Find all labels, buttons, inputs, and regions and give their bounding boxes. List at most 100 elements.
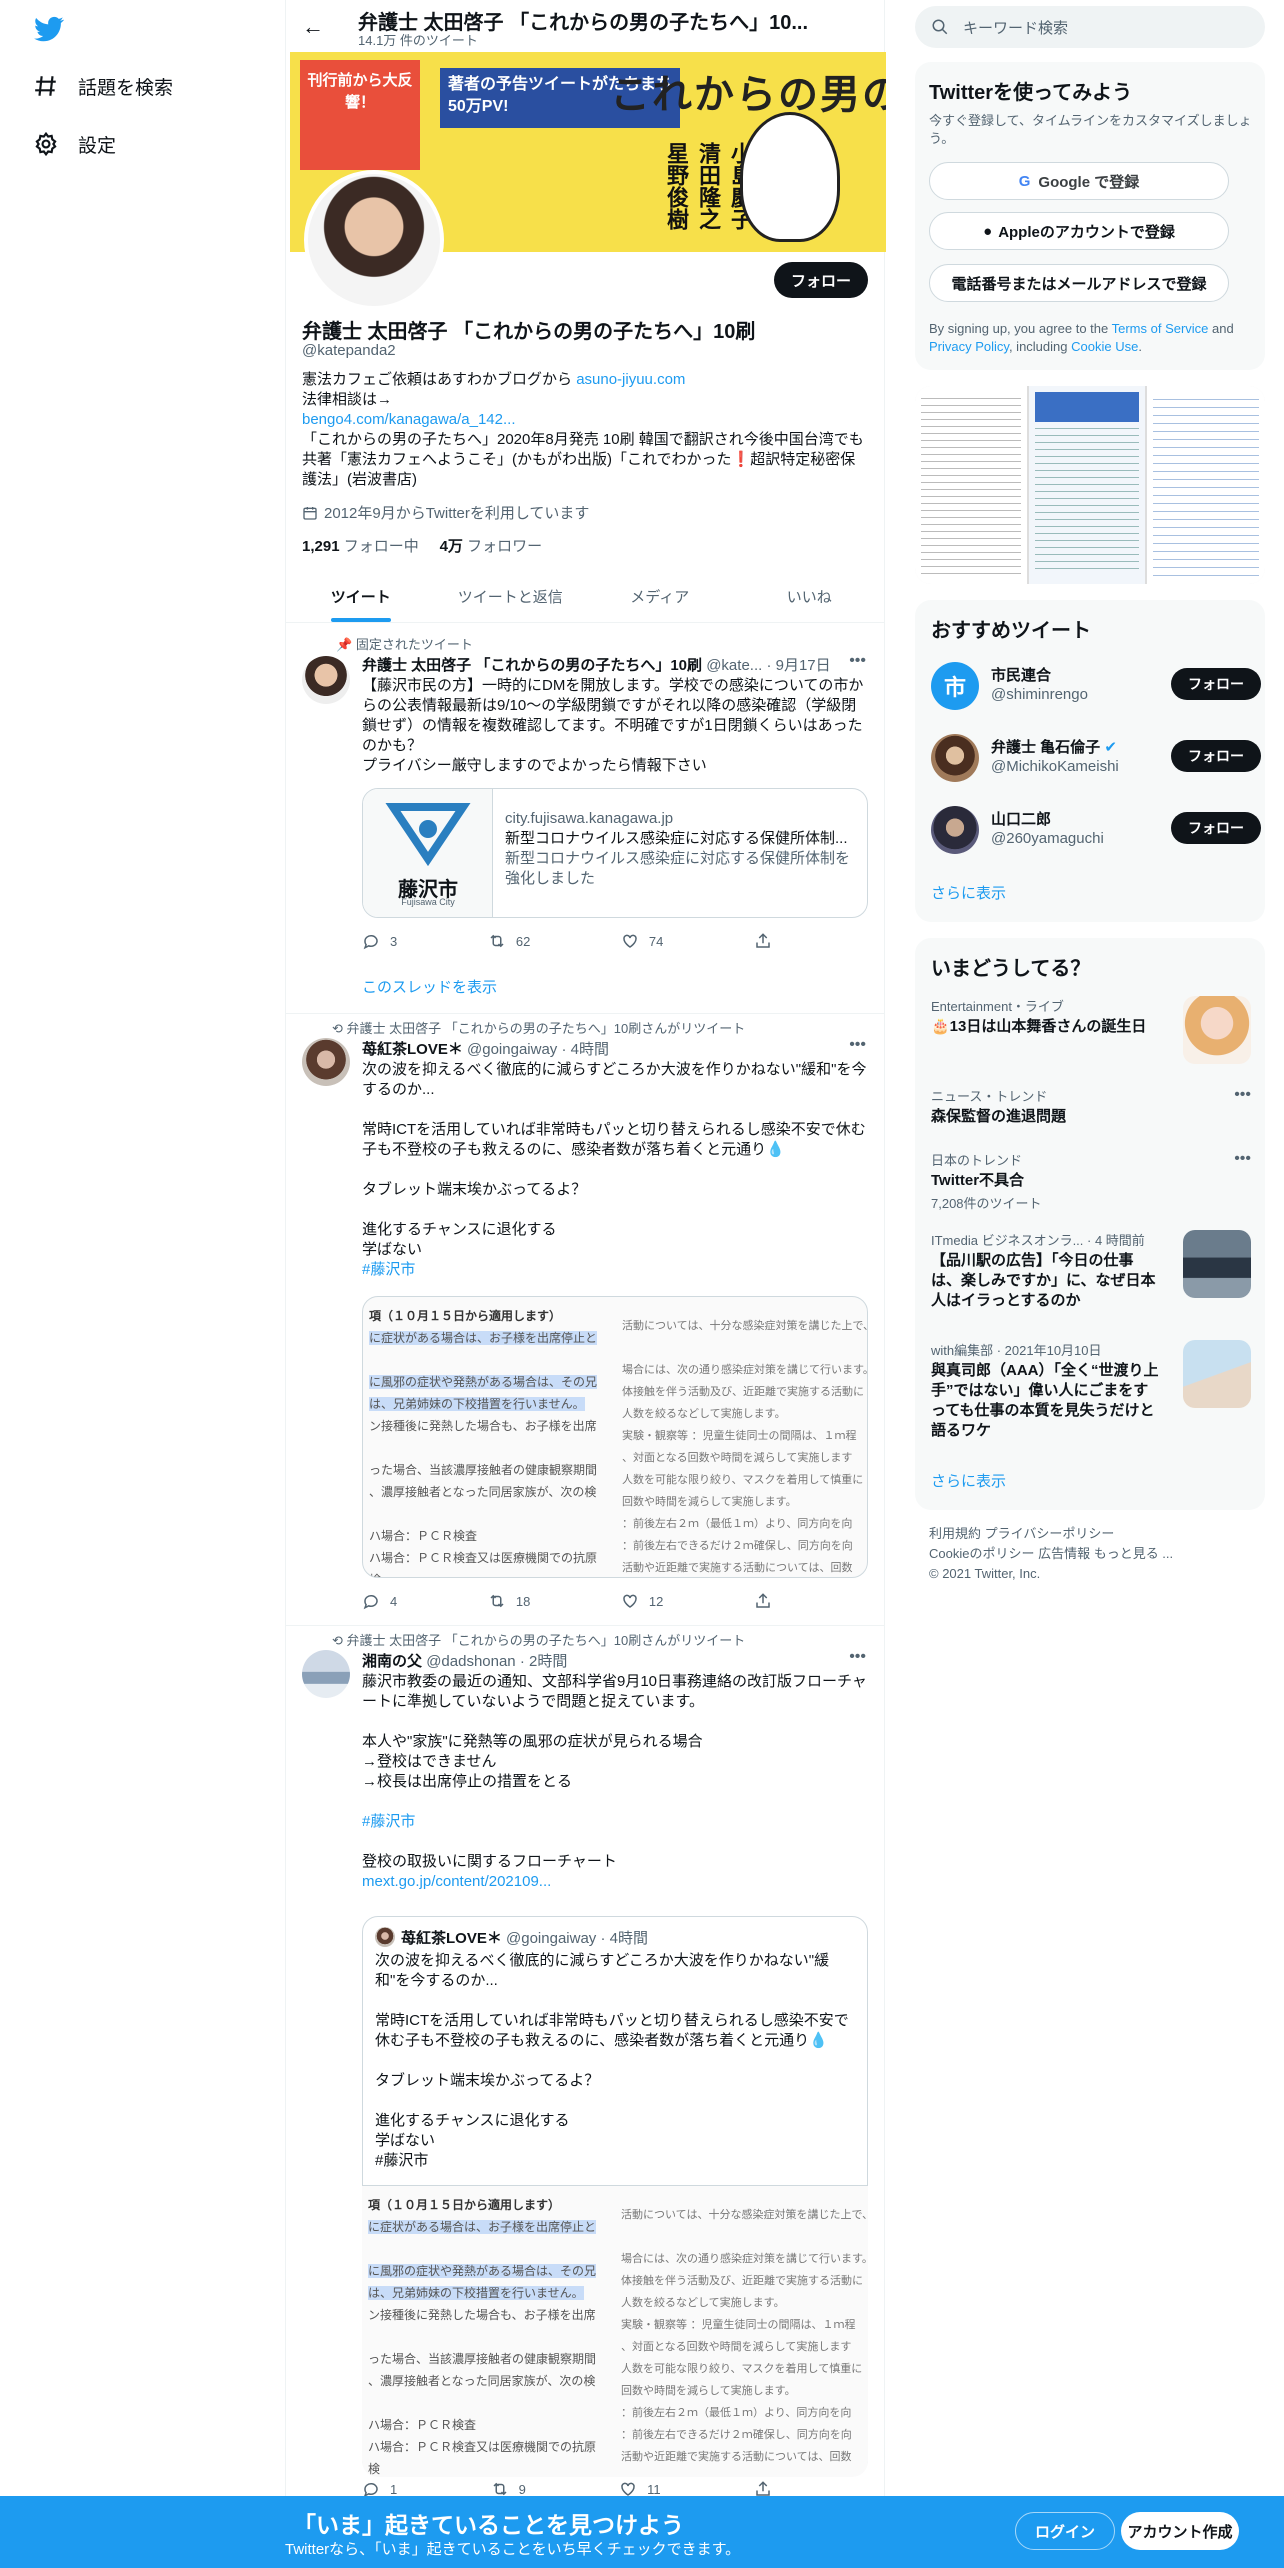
left-nav: 話題を検索 設定 [0,0,285,2568]
tweet-retweet-2[interactable]: ⟲ 弁護士 太田啓子 「これからの男の子たちへ」10刷さんがリツイート 湘南の父… [286,1626,884,2498]
follow-button[interactable]: フォロー [774,262,868,298]
tweet-author-line: 弁護士 太田啓子 「これからの男の子たちへ」10刷 @kate... · 9月1… [362,654,862,675]
quote-line [375,2091,859,2111]
profile-bio: 憲法カフェご依頼はあすわかブログから asuno-jiyuu.com 法律相談は… [302,370,872,490]
hashtag-link[interactable]: #藤沢市 [362,1260,870,1280]
doc-line: った場合、当該濃厚接触者の健康観察期間 [368,2352,597,2366]
tweet-line: タブレット端末埃かぶってるよ？ [362,1181,587,1198]
tweet-meta[interactable]: @goingaiway · 4時間 [467,1041,609,1058]
tweet-link[interactable]: mext.go.jp/content/202109... [362,1872,870,1892]
twitter-logo-icon[interactable] [32,14,66,44]
like-button[interactable]: 12 [621,1592,663,1610]
search-box[interactable]: キーワード検索 [915,6,1265,48]
quoted-tweet[interactable]: 苺紅茶LOVE＊ @goingaiway · 4時間 次の波を抑えるべく徹底的に… [362,1916,868,2477]
share-button[interactable] [754,1592,782,1610]
tweet-image-document[interactable]: 項（１０月１５日から適用します） に症状がある場合は、お子様を出席停止と に風邪… [362,1296,868,1578]
hashtag-link[interactable]: #藤沢市 [362,1812,870,1832]
rec-account[interactable]: 市 市民連合 @shiminrengo フォロー [931,658,1261,714]
trend-thumbnail [1183,996,1251,1064]
retweet-count: 62 [515,933,531,949]
rec-account[interactable]: 弁護士 亀石倫子 ✔ @MichikoKameishi フォロー [931,730,1261,786]
retweet-count: 9 [518,2481,526,2497]
tab-tweets-replies[interactable]: ツイートと返信 [436,570,586,622]
show-thread-link[interactable]: このスレッドを表示 [362,976,497,997]
more-icon[interactable]: ••• [849,652,866,670]
cookie-link[interactable]: Cookie Use [1071,339,1138,354]
retweet-button[interactable]: 18 [488,1592,530,1610]
bottom-sub: Twitterなら、「いま」起きていることをいち早くチェックできます。 [285,2541,741,2558]
tweet-author-name[interactable]: 湘南の父 [362,1653,422,1670]
nav-explore[interactable]: 話題を検索 [32,66,173,106]
rec-follow-button[interactable]: フォロー [1171,668,1261,700]
signup-button[interactable]: アカウント作成 [1121,2512,1239,2550]
retweet-button[interactable]: 62 [488,932,530,950]
profile-avatar[interactable] [304,170,444,310]
tweet-meta[interactable]: @kate... · 9月17日 [706,657,830,674]
media-thumb[interactable] [915,386,1029,584]
media-thumb[interactable] [1147,386,1265,584]
followers-link[interactable]: 4万 フォロワー [440,538,543,555]
reply-icon [363,935,378,950]
reply-button[interactable]: 3 [362,932,397,950]
tweet-avatar[interactable] [302,1038,350,1086]
tweet-line: →登校はできません [362,1753,497,1770]
more-icon[interactable]: ••• [849,1648,866,1666]
share-button[interactable] [754,932,782,950]
rec-follow-button[interactable]: フォロー [1171,812,1261,844]
rec-name: 弁護士 亀石倫子 [991,739,1101,756]
trend-item[interactable]: ITmedia ビジネスオンラ... · 4 時間前 【品川駅の広告】「今日の仕… [931,1230,1251,1330]
bio-line: 憲法カフェご依頼はあすわかブログから [302,371,573,388]
tweet-meta[interactable]: @dadshonan · 2時間 [426,1653,567,1670]
nav-settings[interactable]: 設定 [32,124,116,164]
reply-button[interactable]: 4 [362,1592,397,1610]
doc-line: 、対面となる回数や時間を減らして実施します [621,2340,852,2353]
doc-line: 人数を絞るなどして実施します。 [621,2296,785,2309]
tweet-author-name[interactable]: 弁護士 太田啓子 「これからの男の子たちへ」10刷 [362,657,702,674]
privacy-link[interactable]: Privacy Policy [929,339,1009,354]
media-grid[interactable] [915,386,1265,584]
like-button[interactable]: 74 [621,932,663,950]
footer-line[interactable]: Cookieのポリシー 広告情報 もっと見る ... [929,1544,1259,1564]
tweet-pinned[interactable]: 📌 固定されたツイート 弁護士 太田啓子 「これからの男の子たちへ」10刷 @k… [286,624,884,1014]
trend-item[interactable]: Entertainment・ライブ 🎂13日は山本舞香さんの誕生日 [931,996,1251,1068]
bio-link[interactable]: asuno-jiyuu.com [576,371,685,388]
more-icon[interactable]: ••• [1234,1086,1251,1104]
rec-account[interactable]: 山口二郎 @260yamaguchi フォロー [931,802,1261,858]
footer-line[interactable]: 利用規約 プライバシーポリシー [929,1524,1259,1544]
quote-line: 和"を今するのか... [375,1972,498,1989]
doc-right-column: 活動については、十分な感染症対策を講じた上で、 場合には、次の通り感染症対策を講… [618,1297,867,1577]
phone-signup-button[interactable]: 電話番号またはメールアドレスで登録 [929,264,1229,302]
tab-tweets[interactable]: ツイート [286,570,436,622]
tab-media[interactable]: メディア [585,570,735,622]
tab-likes[interactable]: いいね [735,570,885,622]
bio-link[interactable]: bengo4.com/kanagawa/a_142... [302,410,872,430]
rec-follow-button[interactable]: フォロー [1171,740,1261,772]
link-card[interactable]: 藤沢市 Fujisawa City city.fujisawa.kanagawa… [362,788,868,918]
following-link[interactable]: 1,291 フォロー中 [302,538,419,555]
tweet-avatar[interactable] [302,1650,350,1698]
trend-item[interactable]: ニュース・トレンド 森保監督の進退問題 ••• [931,1086,1251,1136]
login-button[interactable]: ログイン [1015,2512,1115,2550]
card-desc: 新型コロナウイルス感染症に対応する保健所体制を [505,850,851,867]
reply-count: 3 [390,933,398,949]
rec-show-more[interactable]: さらに表示 [931,882,1006,903]
trends-show-more[interactable]: さらに表示 [931,1470,1006,1491]
terms-link[interactable]: Terms of Service [1112,321,1209,336]
quote-line: 次の波を抑えるべく徹底的に減らすどころか大波を作りかねない"緩 [375,1952,830,1969]
media-thumb[interactable] [1029,386,1147,584]
like-count: 12 [648,1593,664,1609]
google-signup-button[interactable]: G Google で登録 [929,162,1229,200]
more-icon[interactable]: ••• [849,1036,866,1054]
more-icon[interactable]: ••• [1234,1150,1251,1168]
hashtag-icon [32,72,60,100]
trend-item[interactable]: 日本のトレンド Twitter不具合 7,208件のツイート ••• [931,1150,1251,1220]
tweet-line: プライバシー厳守しますのでよかったら情報下さい [362,757,707,774]
tweet-avatar[interactable] [302,656,350,704]
doc-line: ハ場合：ＰＣＲ検査又は医療機関での抗原検 [368,2440,597,2476]
back-arrow-icon[interactable]: ← [302,14,324,40]
tweet-retweet-1[interactable]: ⟲ 弁護士 太田啓子 「これからの男の子たちへ」10刷さんがリツイート 苺紅茶L… [286,1014,884,1626]
tweet-author-name[interactable]: 苺紅茶LOVE＊ [362,1041,463,1058]
apple-signup-button[interactable]: ● Appleのアカウントで登録 [929,212,1229,250]
retweet-context: ⟲ 弁護士 太田啓子 「これからの男の子たちへ」10刷さんがリツイート [332,1630,745,1649]
trend-item[interactable]: with編集部 · 2021年10月10日 與真司郎（AAA）「全く“世渡り上手… [931,1340,1251,1450]
